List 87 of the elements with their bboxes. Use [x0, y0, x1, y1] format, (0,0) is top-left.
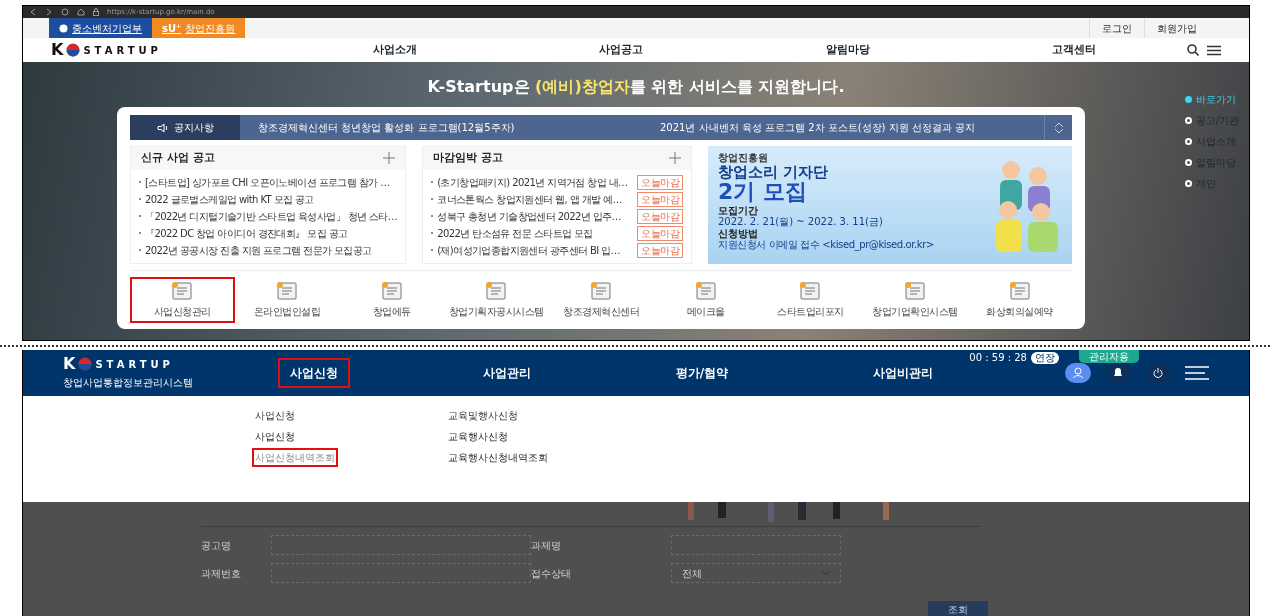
field-label: 접수상태	[531, 566, 572, 581]
emblem-icon	[59, 23, 68, 33]
quick-link[interactable]: 창업에듀	[339, 277, 444, 323]
status-select[interactable]: 전체	[671, 563, 841, 583]
notice-link[interactable]: 2022년 공공시장 진출 지원 프로그램 전문가 모집공고	[145, 242, 372, 258]
session-timer: 00 : 59 : 28	[969, 351, 1027, 365]
logo-letter: K	[63, 356, 76, 372]
input-field[interactable]	[271, 535, 531, 555]
notice-label: 공지사항	[173, 121, 214, 135]
notice-link[interactable]: 「2022년 디지털기술기반 스타트업 육성사업」 청년 스타…	[145, 208, 398, 224]
menu-link[interactable]: 알림마당	[825, 41, 870, 59]
quick-link[interactable]: 창업기획자공시시스템	[444, 277, 549, 323]
back-icon	[29, 8, 37, 16]
input-field[interactable]	[671, 535, 841, 555]
quick-link[interactable]: 메이크올	[653, 277, 759, 323]
menu-link[interactable]: 사업공고	[599, 41, 644, 59]
search-button[interactable]: 조회	[928, 601, 988, 616]
banner-text: 2022. 2. 21(월) ~ 2022. 3. 11(금)	[718, 216, 884, 228]
quick-link[interactable]: 창업기업확인시스템	[862, 277, 968, 323]
dropdown-link[interactable]: 교육행사신청내역조회	[445, 448, 551, 467]
lock-icon	[93, 8, 99, 16]
notice-link[interactable]: 2021년 사내벤처 육성 프로그램 2차 포스트(성장) 지원 선정결과 공지	[660, 120, 976, 135]
banner-subtitle: 2기 모집	[718, 180, 807, 203]
notice-link[interactable]: [스타트업] 싱가포르 CHI 오픈이노베이션 프로그램 참가 …	[145, 174, 390, 190]
plus-icon[interactable]	[669, 152, 681, 165]
notice-link[interactable]: 코너스톤웍스 창업지원센터 웹, 앱 개발 예…	[437, 191, 622, 207]
notice-link[interactable]: (초기창업패키지) 2021년 지역거점 창업 내…	[437, 174, 628, 190]
chevron-down-icon	[822, 570, 830, 576]
menu-link[interactable]: 평가/협약	[663, 358, 741, 388]
banner-sponsor: 창업진흥원	[718, 152, 769, 164]
banner-text: 지원신청서 이메일 접수 <kised_pr@kised.or.kr>	[718, 239, 935, 251]
user-icon[interactable]	[1065, 363, 1091, 383]
notice-link[interactable]: 2022년 탄소섬유 전문 스타트업 모집	[437, 225, 593, 241]
notice-link[interactable]: 창조경제혁신센터 청년창업 활성화 프로그램(12월5주차)	[258, 120, 515, 135]
menu-link[interactable]: 사업관리	[470, 358, 543, 388]
headline: K-Startup은 (예비)창업자를 위한 서비스를 지원합니다.	[427, 76, 845, 98]
extend-button[interactable]: 연장	[1031, 351, 1059, 364]
logo-text: STARTUP	[83, 43, 162, 58]
panel-title: 신규 사업 공고	[141, 150, 215, 166]
bell-icon[interactable]	[1105, 363, 1131, 383]
reload-icon	[61, 8, 69, 16]
quick-link[interactable]: 사업신청관리	[130, 277, 235, 323]
notice-link[interactable]: 성북구 총청년 기술창업센터 2022년 입주…	[437, 208, 621, 224]
side-nav-link[interactable]: 바로가기	[1184, 92, 1239, 107]
dropdown-link[interactable]: 사업신청내역조회	[252, 448, 338, 467]
dropdown-heading: 사업신청	[255, 409, 296, 423]
field-label: 공고명	[201, 538, 232, 553]
plus-icon[interactable]	[383, 152, 396, 165]
field-label: 과제명	[531, 538, 562, 553]
banner-title: 창업소리 기자단	[718, 163, 830, 181]
power-icon[interactable]	[1145, 363, 1171, 383]
deadline-tag: 오늘마감	[637, 191, 683, 207]
menu-link[interactable]: 사업소개	[373, 41, 418, 59]
menu-link[interactable]: 사업비관리	[860, 358, 945, 388]
deadline-tag: 오늘마감	[637, 242, 683, 258]
forward-icon	[45, 8, 53, 16]
logo-text: STARTUP	[95, 357, 174, 372]
site-link[interactable]: 중소벤처기업부	[49, 18, 152, 38]
deadline-tag: 오늘마감	[637, 225, 683, 241]
field-label: 과제번호	[201, 566, 242, 581]
logo-circle-icon	[78, 357, 93, 371]
promo-banner[interactable]: 창업진흥원 창업소리 기자단 2기 모집 모집기간 2022. 2. 21(월) ~ 2022. 3. 11(금) 신청방법 지원신청서 이메일 접수 <kised_pr@kised.or.kr>	[708, 146, 1072, 264]
menu-link[interactable]: 사업신청	[278, 358, 350, 388]
dropdown-link[interactable]: 교육행사신청	[445, 427, 551, 446]
notice-link[interactable]: 『2022 DC 창업 아이디어 경진대회』 모집 공고	[145, 225, 348, 241]
input-field[interactable]	[271, 563, 531, 583]
dropdown-link[interactable]: 사업신청	[252, 427, 338, 446]
system-subtitle: 창업사업통합정보관리시스템	[63, 376, 194, 390]
banner-label: 신청방법	[718, 227, 759, 240]
logo-circle-icon	[66, 43, 81, 57]
quick-link[interactable]: 온라인법인설립	[234, 277, 340, 323]
speaker-icon	[156, 122, 169, 133]
panel-title: 마감임박 공고	[433, 150, 503, 166]
banner-label: 모집기간	[718, 204, 759, 217]
quick-link[interactable]: 화상회의실예약	[967, 277, 1073, 323]
search-icon[interactable]	[1187, 44, 1199, 56]
menu-icon[interactable]	[1207, 44, 1221, 56]
notice-link[interactable]: (재)여성기업종합지원센터 광주센터 BI 입…	[437, 242, 620, 258]
quick-link[interactable]: 창조경제혁신센터	[548, 277, 654, 323]
notice-link[interactable]: 2022 글로벌스케일업 with KT 모집 공고	[145, 191, 314, 207]
logo-letter: K	[51, 42, 64, 58]
deadline-tag: 오늘마감	[637, 174, 683, 190]
dropdown-heading: 교육및행사신청	[448, 409, 519, 423]
quick-link[interactable]: 스타트업리포지	[758, 277, 863, 323]
deadline-tag: 오늘마감	[637, 208, 683, 224]
menu-link[interactable]: 고객센터	[1051, 41, 1096, 59]
home-icon	[77, 8, 85, 16]
